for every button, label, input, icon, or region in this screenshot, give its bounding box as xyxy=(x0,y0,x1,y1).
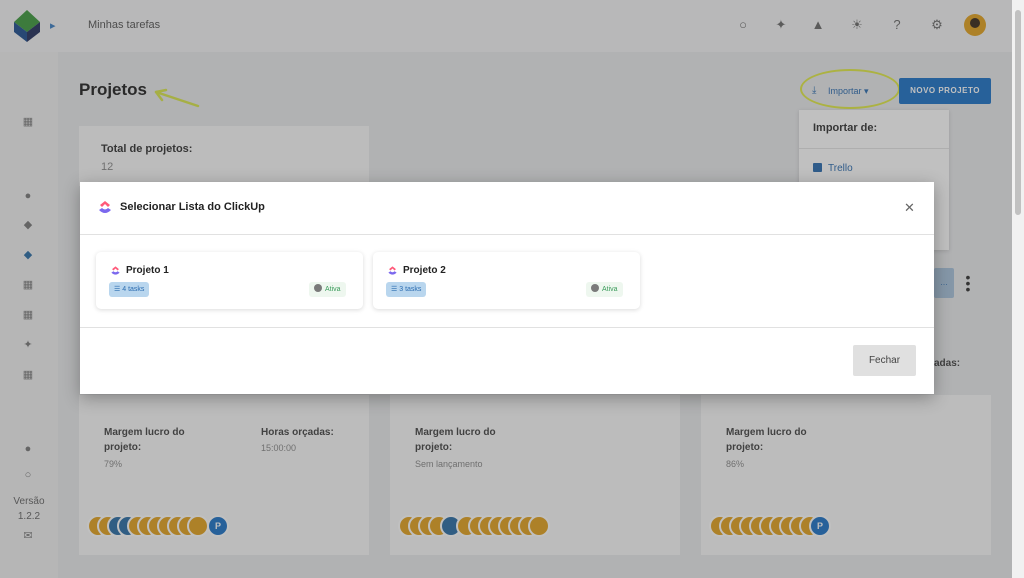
tasks-badge: ☰ 4 tasks xyxy=(109,282,150,297)
clickup-list-card[interactable]: Projeto 2 ☰ 3 tasks Ativa xyxy=(373,252,640,309)
select-list-modal: Selecionar Lista do ClickUp ✕ Projeto 1 … xyxy=(80,182,934,394)
close-button[interactable]: Fechar xyxy=(853,345,916,376)
scrollbar-thumb[interactable] xyxy=(1015,10,1021,215)
tasks-count: 3 tasks xyxy=(399,286,422,293)
clickup-logo-icon xyxy=(111,266,120,275)
clickup-logo-icon xyxy=(99,201,111,213)
check-circle-icon xyxy=(314,284,322,292)
tasks-badge: ☰ 3 tasks xyxy=(386,282,427,297)
check-circle-icon xyxy=(591,284,599,292)
list-icon: ☰ xyxy=(114,286,123,293)
status-badge: Ativa xyxy=(309,282,346,297)
modal-title: Selecionar Lista do ClickUp xyxy=(120,201,265,213)
list-name: Projeto 2 xyxy=(403,265,446,276)
list-icon: ☰ xyxy=(391,286,400,293)
tasks-count: 4 tasks xyxy=(122,286,145,293)
divider xyxy=(80,327,934,328)
clickup-list-card[interactable]: Projeto 1 ☰ 4 tasks Ativa xyxy=(96,252,363,309)
clickup-logo-icon xyxy=(388,266,397,275)
close-icon[interactable]: ✕ xyxy=(904,200,915,216)
list-name: Projeto 1 xyxy=(126,265,169,276)
status-label: Ativa xyxy=(602,286,618,293)
status-label: Ativa xyxy=(325,286,341,293)
status-badge: Ativa xyxy=(586,282,623,297)
divider xyxy=(80,234,934,235)
